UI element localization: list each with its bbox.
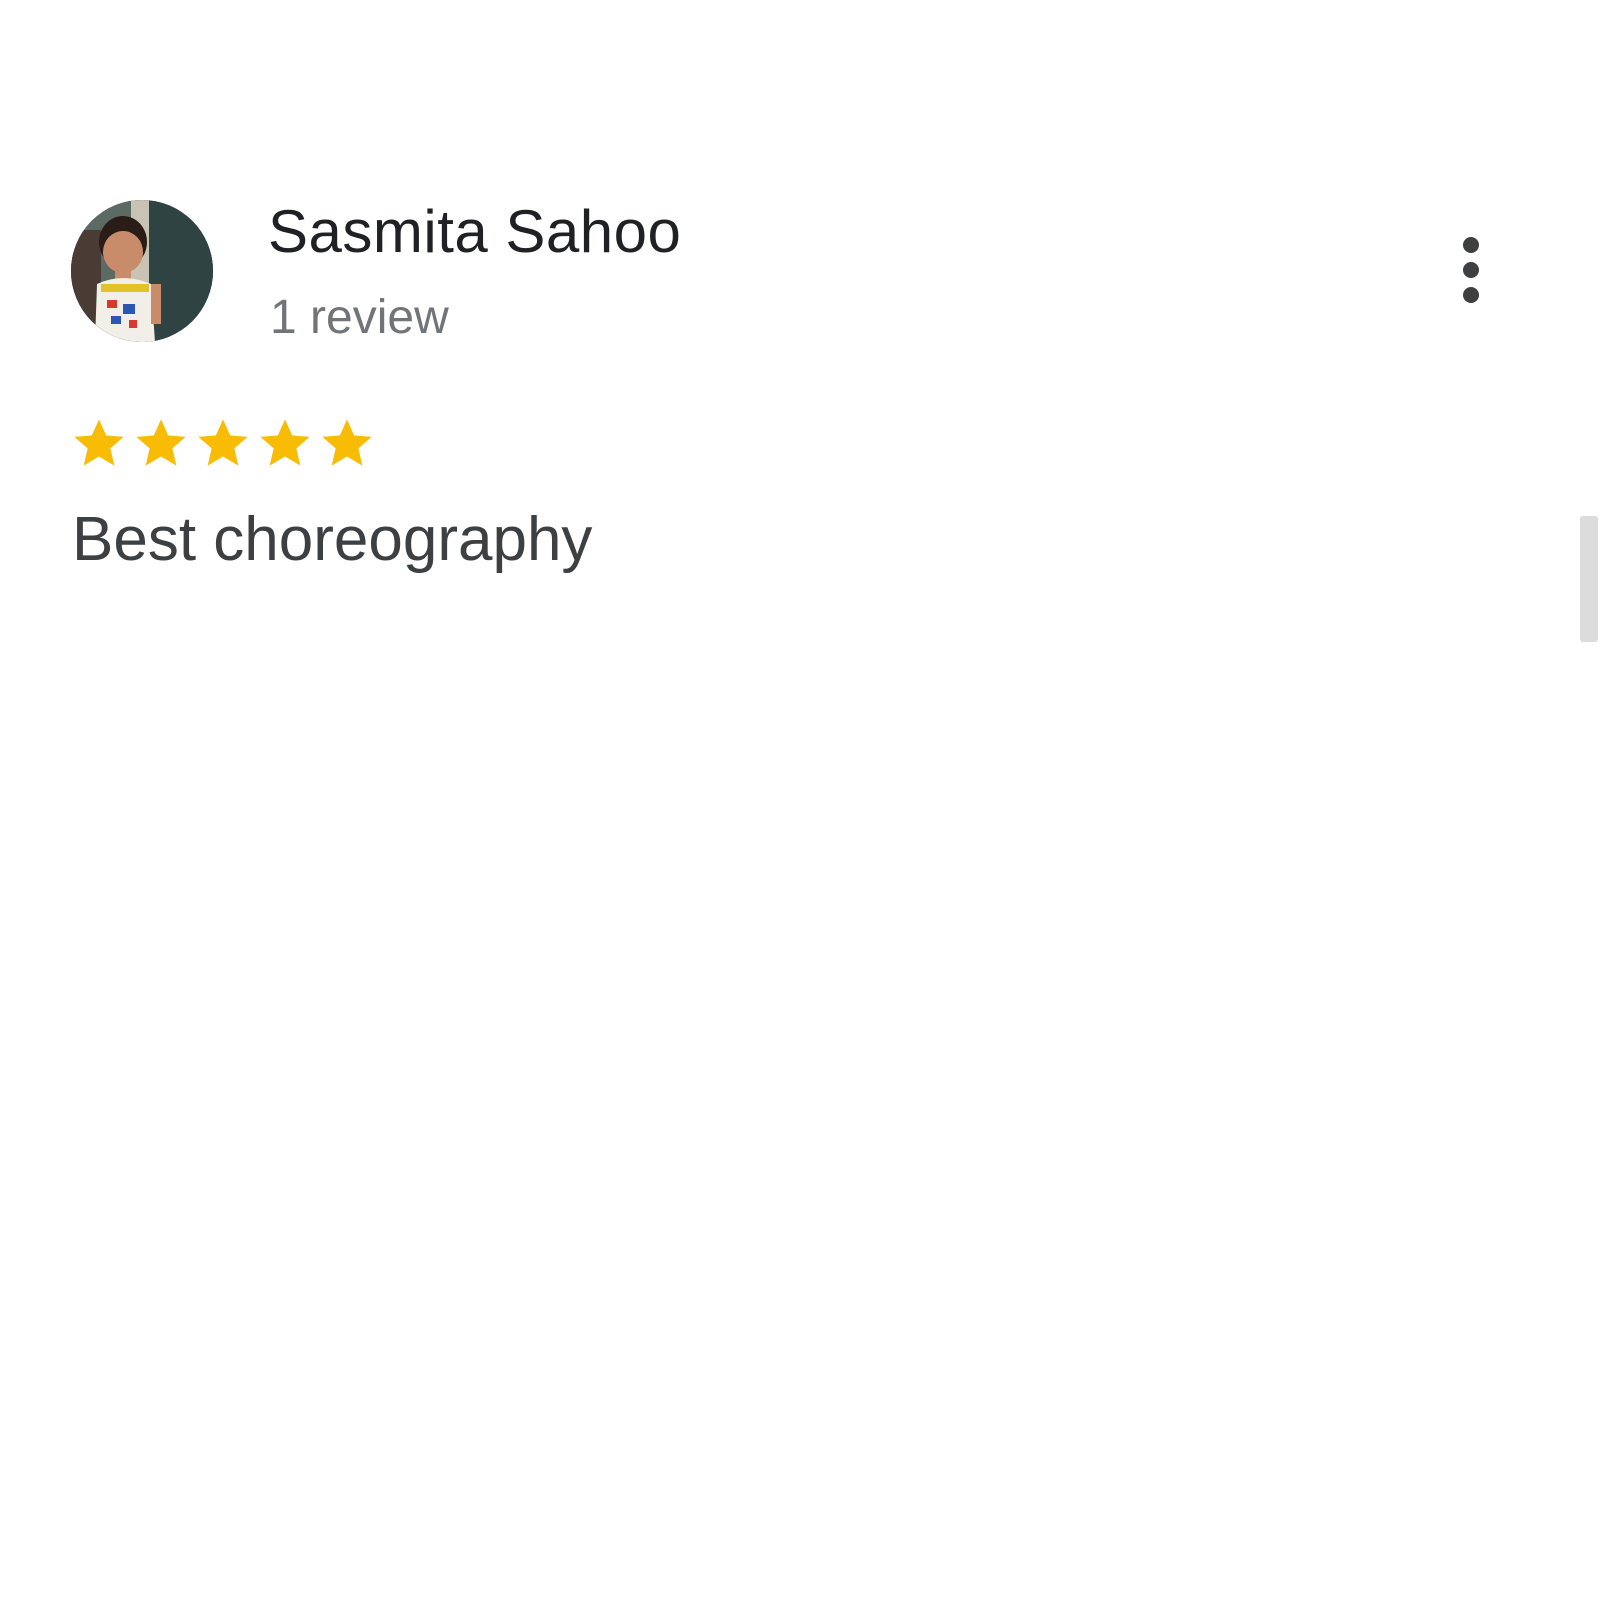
reviewer-name[interactable]: Sasmita Sahoo [268,196,681,268]
star-icon [318,414,376,472]
star-icon [70,414,128,472]
scrollbar-thumb[interactable] [1580,516,1598,642]
reviewer-review-count: 1 review [270,291,449,344]
more-options-button[interactable] [1448,232,1494,312]
page: Sasmita Sahoo 1 review Best choreography [0,0,1600,1600]
review-text: Best choreography [72,505,593,574]
avatar-photo [71,200,213,342]
star-icon [256,414,314,472]
review-card: Sasmita Sahoo 1 review Best choreography [0,0,1600,1600]
star-icon [132,414,190,472]
more-vert-icon [1463,237,1479,303]
reviewer-avatar[interactable] [71,200,213,342]
star-icon [194,414,252,472]
star-rating [70,414,376,472]
